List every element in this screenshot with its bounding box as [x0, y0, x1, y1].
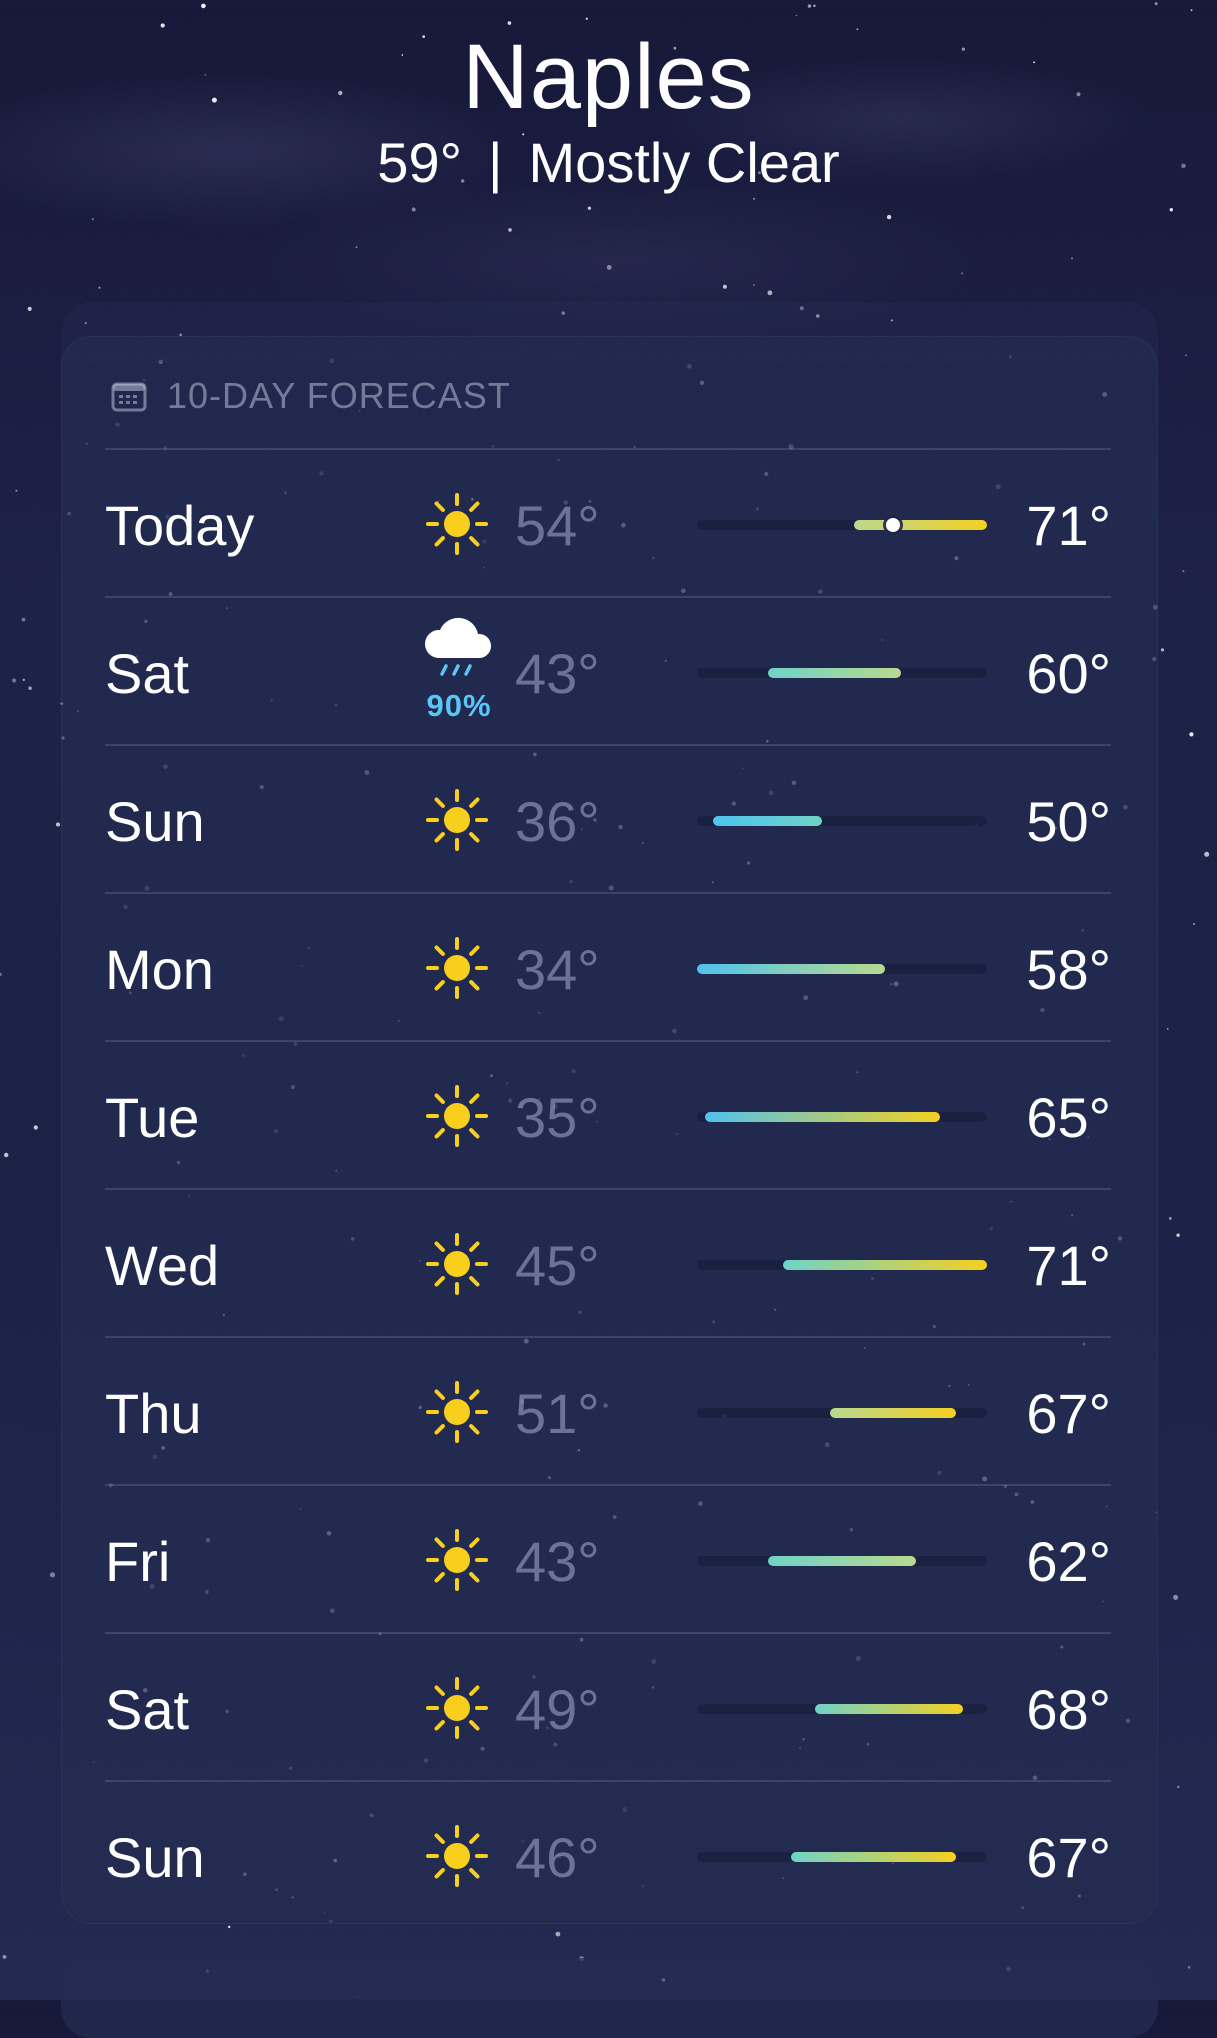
sun-icon — [423, 1526, 491, 1594]
temperature-range-track — [697, 1556, 987, 1566]
separator: | — [487, 131, 503, 194]
current-conditions: 59° | Mostly Clear — [0, 128, 1217, 198]
day-label: Tue — [105, 1086, 200, 1149]
high-temperature: 58° — [1026, 938, 1111, 1001]
forecast-row[interactable]: Today 54° 71° — [105, 448, 1111, 598]
low-temperature: 35° — [515, 1086, 600, 1149]
current-condition: Mostly Clear — [528, 131, 840, 194]
forecast-row[interactable]: Sat 90% 43° 60° — [105, 596, 1111, 746]
low-temperature: 49° — [515, 1678, 600, 1741]
day-label: Fri — [105, 1530, 171, 1593]
temperature-range-track — [697, 518, 987, 532]
day-label: Sun — [105, 790, 205, 853]
high-temperature: 67° — [1026, 1382, 1111, 1445]
high-temperature: 71° — [1026, 494, 1111, 557]
sun-icon — [423, 1674, 491, 1742]
temperature-range-bar — [697, 964, 886, 974]
temperature-range-track — [697, 1704, 987, 1714]
high-temperature: 50° — [1026, 790, 1111, 853]
low-temperature: 36° — [515, 790, 600, 853]
forecast-row[interactable]: Wed 45° 71° — [105, 1188, 1111, 1338]
temperature-range-track — [697, 1112, 987, 1122]
forecast-row[interactable]: Mon 34° 58° — [105, 892, 1111, 1042]
sun-icon — [423, 1822, 491, 1890]
temperature-range-track — [697, 816, 987, 826]
current-temperature-marker — [885, 518, 900, 532]
sun-icon — [423, 934, 491, 1002]
sun-icon — [423, 1378, 491, 1446]
forecast-row[interactable]: Thu 51° 67° — [105, 1336, 1111, 1486]
current-temperature: 59° — [377, 131, 462, 194]
high-temperature: 67° — [1026, 1826, 1111, 1889]
temperature-range-track — [697, 1408, 987, 1418]
temperature-range-bar — [853, 520, 987, 530]
next-card[interactable] — [61, 1958, 1158, 2038]
high-temperature: 71° — [1026, 1234, 1111, 1297]
temperature-range-bar — [704, 1112, 940, 1122]
low-temperature: 54° — [515, 494, 600, 557]
day-label: Mon — [105, 938, 214, 1001]
high-temperature: 62° — [1026, 1530, 1111, 1593]
temperature-range-bar — [814, 1704, 964, 1714]
high-temperature: 68° — [1026, 1678, 1111, 1741]
temperature-range-track — [697, 964, 987, 974]
temperature-range-bar — [767, 1556, 917, 1566]
temperature-range-track — [697, 1260, 987, 1270]
low-temperature: 43° — [515, 1530, 600, 1593]
temperature-range-track — [697, 668, 987, 678]
temperature-range-track — [697, 1852, 987, 1862]
ten-day-forecast-card[interactable]: 10-DAY FORECAST Today 54° 71° Sat 90% 43° 60° S… — [61, 336, 1158, 1924]
sun-icon — [423, 1230, 491, 1298]
low-temperature: 34° — [515, 938, 600, 1001]
high-temperature: 65° — [1026, 1086, 1111, 1149]
forecast-row[interactable]: Tue 35° 65° — [105, 1040, 1111, 1190]
temperature-range-bar — [791, 1852, 956, 1862]
day-label: Sat — [105, 1678, 190, 1741]
temperature-range-bar — [767, 668, 901, 678]
temperature-range-bar — [783, 1260, 987, 1270]
day-label: Sat — [105, 642, 190, 705]
low-temperature: 51° — [515, 1382, 600, 1445]
location-header: Naples 59° | Mostly Clear — [0, 22, 1217, 198]
day-label: Today — [105, 494, 255, 557]
low-temperature: 43° — [515, 642, 600, 705]
sun-icon — [423, 490, 491, 558]
high-temperature: 60° — [1026, 642, 1111, 705]
forecast-title: 10-DAY FORECAST — [167, 375, 511, 416]
forecast-header: 10-DAY FORECAST — [111, 371, 511, 421]
cloud-rain-icon: 90% — [414, 612, 504, 723]
calendar-icon — [111, 382, 147, 412]
precipitation-chance: 90% — [426, 688, 492, 723]
temperature-range-bar — [712, 816, 823, 826]
sun-icon — [423, 786, 491, 854]
day-label: Sun — [105, 1826, 205, 1889]
day-label: Thu — [105, 1382, 202, 1445]
city-name: Naples — [462, 26, 755, 128]
forecast-row[interactable]: Sun 46° 67° — [105, 1780, 1111, 1930]
forecast-row[interactable]: Sat 49° 68° — [105, 1632, 1111, 1782]
low-temperature: 46° — [515, 1826, 600, 1889]
sun-icon — [423, 1082, 491, 1150]
day-label: Wed — [105, 1234, 220, 1297]
temperature-range-bar — [830, 1408, 956, 1418]
forecast-row[interactable]: Fri 43° 62° — [105, 1484, 1111, 1634]
forecast-row[interactable]: Sun 36° 50° — [105, 744, 1111, 894]
low-temperature: 45° — [515, 1234, 600, 1297]
